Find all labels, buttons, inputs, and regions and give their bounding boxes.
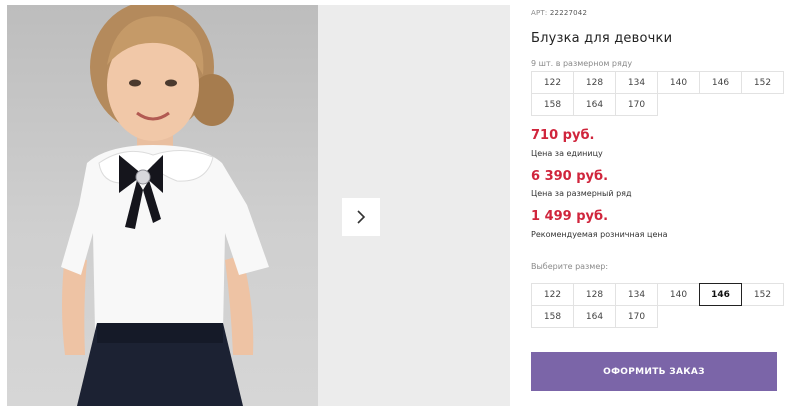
size-row-price: 6 390 руб. xyxy=(531,169,609,184)
size-option-158[interactable]: 158 xyxy=(531,305,574,328)
size-option-134[interactable]: 134 xyxy=(615,283,658,306)
size-option-164[interactable]: 164 xyxy=(573,305,616,328)
size-row-grid: 122 128 134 140 146 152 158 164 170 xyxy=(531,71,784,116)
size-row-cell: 158 xyxy=(531,93,574,116)
product-gallery xyxy=(7,5,510,406)
size-row-cell: 164 xyxy=(573,93,616,116)
size-row-price-label: Цена за размерный ряд xyxy=(531,189,632,198)
gallery-next-button[interactable] xyxy=(342,198,380,236)
size-selector: 122 128 134 140 146 152 158 164 170 xyxy=(531,283,784,328)
size-option-128[interactable]: 128 xyxy=(573,283,616,306)
product-page: АРТ: 22227042 Блузка для девочки 9 шт. в… xyxy=(0,0,800,407)
size-row-cell: 140 xyxy=(657,71,700,94)
article-value: 22227042 xyxy=(549,9,588,17)
size-option-122[interactable]: 122 xyxy=(531,283,574,306)
product-title: Блузка для девочки xyxy=(531,31,673,46)
select-size-label: Выберите размер: xyxy=(531,262,609,271)
retail-price-label: Рекомендуемая розничная цена xyxy=(531,230,668,239)
retail-price: 1 499 руб. xyxy=(531,209,609,224)
product-photo-illustration xyxy=(61,5,269,406)
size-option-140[interactable]: 140 xyxy=(657,283,700,306)
product-photo[interactable] xyxy=(7,5,318,406)
size-row-cell: 134 xyxy=(615,71,658,94)
unit-price-label: Цена за единицу xyxy=(531,149,603,158)
article-number: АРТ: 22227042 xyxy=(531,9,587,17)
chevron-right-icon xyxy=(357,210,366,224)
size-option-152[interactable]: 152 xyxy=(741,283,784,306)
size-option-146[interactable]: 146 xyxy=(699,283,742,306)
size-row-cell: 170 xyxy=(615,93,658,116)
size-row-cell: 152 xyxy=(741,71,784,94)
size-row-cell: 128 xyxy=(573,71,616,94)
size-row-hint: 9 шт. в размерном ряду xyxy=(531,59,633,68)
size-row-cell: 146 xyxy=(699,71,742,94)
size-option-170[interactable]: 170 xyxy=(615,305,658,328)
place-order-button[interactable]: ОФОРМИТЬ ЗАКАЗ xyxy=(531,352,777,391)
article-label: АРТ: xyxy=(531,9,548,17)
unit-price: 710 руб. xyxy=(531,128,595,143)
size-row-cell: 122 xyxy=(531,71,574,94)
